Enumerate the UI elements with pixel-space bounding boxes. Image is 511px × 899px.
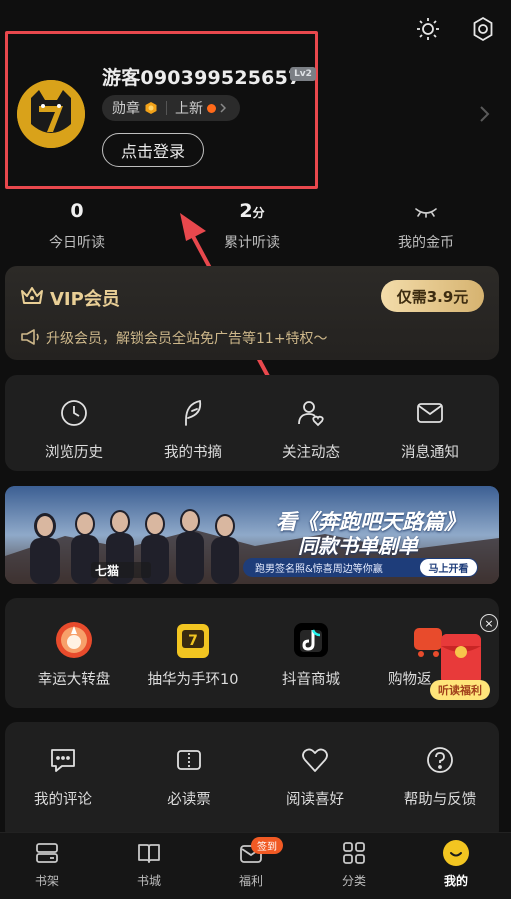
ticket-icon (169, 740, 209, 780)
nav-label: 我的 (443, 874, 468, 888)
reward-envelope-icon[interactable] (441, 634, 481, 684)
stat-today-listen[interactable]: 0 今日听读 (17, 200, 137, 252)
settings-gear-icon[interactable] (468, 14, 498, 44)
mail-icon (410, 393, 450, 433)
nav-label: 分类 (341, 874, 366, 888)
banner-brand: 七猫 (95, 564, 120, 578)
heart-icon (295, 740, 335, 780)
slot-machine-icon: 7 (173, 620, 213, 660)
pill-divider (166, 101, 167, 115)
stat-value: 2 (239, 200, 253, 222)
stat-label: 今日听读 (49, 235, 105, 251)
quick-action-label: 消息通知 (401, 445, 459, 461)
checkin-badge: 签到 (251, 837, 283, 854)
theme-sun-icon[interactable] (413, 14, 443, 44)
banner-subtitle: 同款书单剧单 (298, 534, 418, 558)
more-action-label: 我的评论 (34, 792, 92, 808)
quick-action-history[interactable]: 浏览历史 (14, 393, 134, 462)
vip-description: 升级会员，解锁会员全站免广告等11+特权～ (46, 331, 328, 347)
stat-total-listen[interactable]: 2分 累计听读 (192, 200, 312, 252)
avatar[interactable] (17, 80, 85, 148)
stat-my-coins[interactable]: 我的金币 (366, 200, 486, 252)
promo-douyin-mall[interactable]: 抖音商城 (251, 620, 371, 689)
nav-category[interactable]: 分类 (319, 838, 389, 889)
stat-label: 我的金币 (398, 235, 454, 251)
reward-close-button[interactable]: × (480, 614, 498, 632)
coins-hidden-eye-icon[interactable] (414, 206, 438, 218)
help-icon (420, 740, 460, 780)
more-action-ticket[interactable]: 必读票 (129, 740, 249, 809)
comment-icon (43, 740, 83, 780)
quick-action-excerpts[interactable]: 我的书摘 (133, 393, 253, 462)
promo-label: 抖音商城 (282, 672, 340, 688)
nav-label: 书架 (34, 874, 59, 888)
quick-action-label: 浏览历史 (45, 445, 103, 461)
medal-pill[interactable]: 勋章 上新 (102, 95, 240, 121)
more-action-label: 阅读喜好 (286, 792, 344, 808)
nav-mine[interactable]: 我的 (421, 838, 491, 889)
promo-label: 抽华为手环10 (147, 672, 239, 688)
clock-icon (54, 393, 94, 433)
pill-chevron-icon (220, 103, 226, 113)
medal-label: 勋章 (112, 101, 140, 117)
promo-lucky-wheel[interactable]: 幸运大转盘 (14, 620, 134, 689)
vip-title: VIP会员 (50, 289, 120, 310)
vip-price-button[interactable]: 仅需3.9元 (381, 280, 484, 312)
megaphone-icon (20, 328, 40, 350)
smile-icon (441, 838, 471, 868)
quick-action-label: 关注动态 (282, 445, 340, 461)
level-badge: Lv2 (290, 67, 316, 81)
nav-bookshelf[interactable]: 书架 (12, 838, 82, 889)
new-dot-icon (207, 103, 216, 113)
medal-icon (144, 101, 158, 115)
stat-label: 累计听读 (224, 235, 280, 251)
svg-text:7: 7 (188, 633, 198, 649)
douyin-icon (291, 620, 331, 660)
quick-action-label: 我的书摘 (164, 445, 222, 461)
new-label: 上新 (175, 101, 203, 117)
more-action-preference[interactable]: 阅读喜好 (255, 740, 375, 809)
nav-label: 福利 (238, 874, 263, 888)
book-icon (134, 838, 164, 868)
banner-cta-button[interactable]: 马上开看 (420, 559, 477, 576)
bookshelf-icon (32, 838, 62, 868)
nav-bookstore[interactable]: 书城 (114, 838, 184, 889)
profile-chevron-icon[interactable] (478, 104, 492, 124)
user-heart-icon (291, 393, 331, 433)
promo-label: 幸运大转盘 (37, 672, 111, 688)
login-button[interactable]: 点击登录 (102, 133, 204, 167)
more-action-label: 帮助与反馈 (403, 792, 477, 808)
quick-action-follow[interactable]: 关注动态 (251, 393, 371, 462)
more-action-comments[interactable]: 我的评论 (3, 740, 123, 809)
wheel-icon (54, 620, 94, 660)
quick-action-messages[interactable]: 消息通知 (370, 393, 490, 462)
reward-label[interactable]: 听读福利 (430, 680, 490, 700)
stat-unit: 分 (252, 206, 265, 220)
grid-icon (339, 838, 369, 868)
promo-huawei-band[interactable]: 7 抽华为手环10 (133, 620, 253, 689)
username: 游客090399525657 (102, 67, 302, 89)
more-action-label: 必读票 (167, 792, 211, 808)
more-action-help[interactable]: 帮助与反馈 (380, 740, 500, 809)
nav-label: 书城 (136, 874, 161, 888)
vip-crown-icon (20, 286, 44, 310)
feather-icon (173, 393, 213, 433)
stat-value: 0 (70, 200, 84, 222)
